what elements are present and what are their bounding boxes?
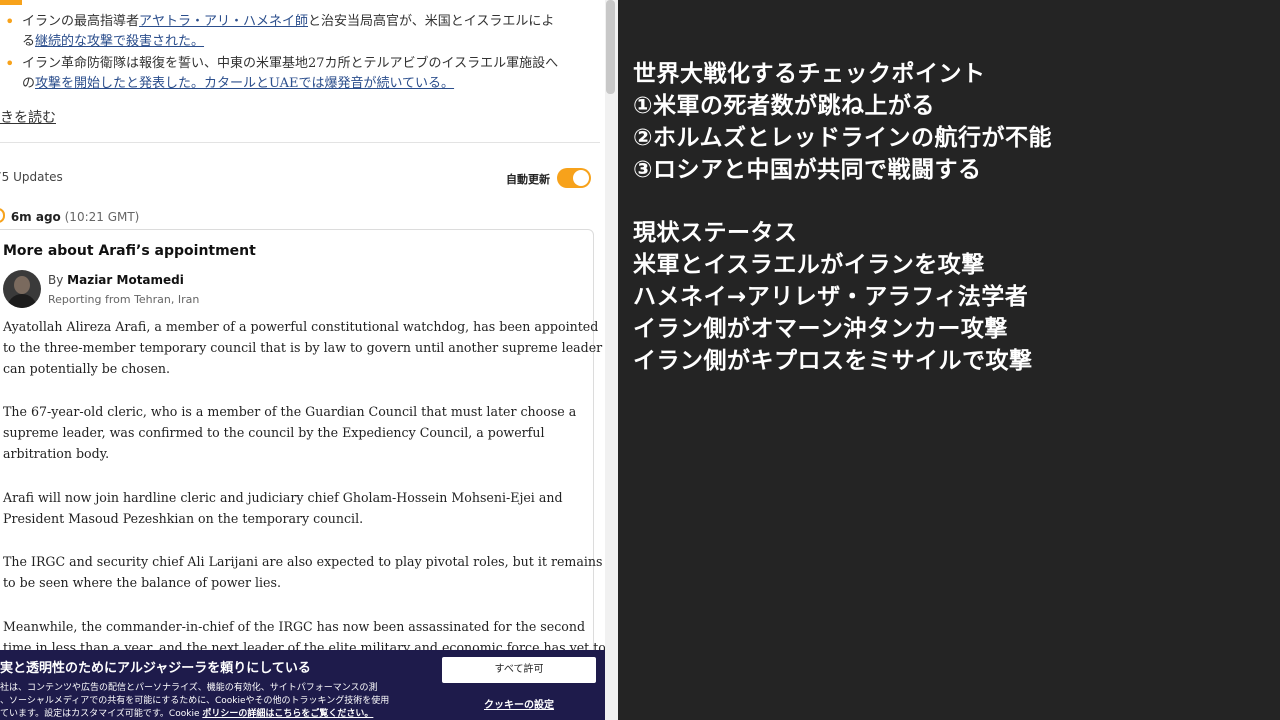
bullet-text: イランの最高指導者 <box>22 14 140 29</box>
paragraph-line: to the three-member temporary council th… <box>3 340 603 355</box>
author-avatar[interactable] <box>3 270 41 308</box>
cookie-text-line: 社は、コンテンツや広告の配信とパーソナライズ、機能の有効化、サイトパフォーマンス… <box>0 683 378 693</box>
bullet-text: る <box>22 34 36 49</box>
paragraph-4: The IRGC and security chief Ali Larijani… <box>3 551 603 593</box>
update-timestamp: 6m ago (10:21 GMT) <box>0 208 139 224</box>
bullet-dot: • <box>5 12 15 31</box>
auto-update-label: 自動更新 <box>506 173 550 186</box>
avatar-head <box>14 276 30 294</box>
summary-bullet-2: • イラン革命防衛隊は報復を誓い、中東の米軍基地27カ所とテルアビブのイスラエル… <box>5 54 595 94</box>
avatar-body <box>7 294 37 308</box>
paragraph-line: President Masoud Pezeshkian on the tempo… <box>3 511 364 526</box>
read-more-link[interactable]: 続きを読む <box>0 107 56 127</box>
notes-checkpoint-1: ①米軍の死者数が跳ね上がる <box>633 93 935 119</box>
timestamp-gmt: (10:21 GMT) <box>64 210 140 224</box>
cookie-text-line: 、ソーシャルメディアでの共有を可能にするために、Cookieやその他のトラッキン… <box>0 696 390 706</box>
auto-update-toggle[interactable] <box>557 168 591 188</box>
paragraph-2: The 67-year-old cleric, who is a member … <box>3 401 583 464</box>
byline-by: By <box>48 273 64 287</box>
cookie-banner: 実と透明性のためにアルジャジーラを頼りにしている 社は、コンテンツや広告の配信と… <box>0 650 605 720</box>
khamenei-link[interactable]: アヤトラ・アリ・ハメネイ師 <box>139 14 308 29</box>
paragraph-3: Arafi will now join hardline cleric and … <box>3 487 583 529</box>
bullet-text: イラン革命防衛隊は報復を誓い、中東の米軍基地27カ所とテルアビブのイスラエル軍施… <box>22 56 559 71</box>
cookie-title: 実と透明性のためにアルジャジーラを頼りにしている <box>0 661 311 676</box>
toggle-knob <box>573 170 589 186</box>
paragraph-line: Arafi will now join hardline cleric and … <box>3 490 563 505</box>
bullet-line: イランの最高指導者アヤトラ・アリ・ハメネイ師と治安当局高官が、米国とイスラエルに… <box>5 12 595 32</box>
scrollbar-thumb[interactable] <box>606 0 615 94</box>
bullet-line: イラン革命防衛隊は報復を誓い、中東の米軍基地27カ所とテルアビブのイスラエル軍施… <box>5 54 595 74</box>
paragraph-line: Ayatollah Alireza Arafi, a member of a p… <box>3 319 599 334</box>
notes-checkpoint-2: ②ホルムズとレッドラインの航行が不能 <box>633 125 1053 151</box>
paragraph-line: The IRGC and security chief Ali Larijani… <box>3 554 603 569</box>
paragraph-line: Meanwhile, the commander-in-chief of the… <box>3 619 586 634</box>
attack-announcement-link[interactable]: 攻撃を開始したと発表した。カタールとUAEでは爆発音が続いている。 <box>35 76 454 91</box>
notes-status-4: イラン側がキプロスをミサイルで攻撃 <box>633 348 1033 374</box>
cookie-text: ています。設定はカスタマイズ可能です。Cookie <box>0 709 203 719</box>
bullet-line: の攻撃を開始したと発表した。カタールとUAEでは爆発音が続いている。 <box>5 74 595 94</box>
bullet-text: の <box>22 76 36 91</box>
notes-status-2: ハメネイ→アリレザ・アラフィ法学者 <box>633 284 1029 310</box>
updates-count: 75 Updates <box>0 170 63 184</box>
paragraph-line: supreme leader, was confirmed to the cou… <box>3 425 545 440</box>
reporting-location: Reporting from Tehran, Iran <box>48 293 200 306</box>
paragraph-line: to be seen where the balance of power li… <box>3 575 281 590</box>
news-article-pane: • イランの最高指導者アヤトラ・アリ・ハメネイ師と治安当局高官が、米国とイスラエ… <box>0 0 605 720</box>
bullet-text: と治安当局高官が、米国とイスラエルによ <box>308 14 555 29</box>
scrollbar-track[interactable] <box>605 0 618 720</box>
bullet-dot: • <box>5 54 15 73</box>
allow-all-button[interactable]: すべて許可 <box>442 657 596 683</box>
notes-heading-status: 現状ステータス <box>633 220 798 246</box>
paragraph-line: The 67-year-old cleric, who is a member … <box>3 404 577 419</box>
cookie-policy-link[interactable]: ポリシーの詳細はこちらをご覧ください。 <box>202 709 373 719</box>
summary-bullet-1: • イランの最高指導者アヤトラ・アリ・ハメネイ師と治安当局高官が、米国とイスラエ… <box>5 12 595 52</box>
notes-status-3: イラン側がオマーン沖タンカー攻撃 <box>633 316 1008 342</box>
paragraph-line: can potentially be chosen. <box>3 361 171 376</box>
author-name[interactable]: Maziar Motamedi <box>67 273 184 287</box>
byline: By Maziar Motamedi <box>48 273 184 287</box>
accent-tab <box>0 0 22 5</box>
clock-icon <box>0 208 5 223</box>
bullet-line: る継続的な攻撃で殺害された。 <box>5 32 595 52</box>
timestamp-ago: 6m ago <box>10 210 61 224</box>
paragraph-1: Ayatollah Alireza Arafi, a member of a p… <box>3 316 603 379</box>
cookie-settings-link[interactable]: クッキーの設定 <box>442 696 596 711</box>
continuous-attack-link[interactable]: 継続的な攻撃で殺害された。 <box>35 34 204 49</box>
card-title: More about Arafi’s appointment <box>3 243 256 259</box>
notes-checkpoint-3: ③ロシアと中国が共同で戦闘する <box>633 157 982 183</box>
notes-heading-checkpoints: 世界大戦化するチェックポイント <box>633 61 986 87</box>
paragraph-line: arbitration body. <box>3 446 110 461</box>
divider <box>0 142 600 143</box>
cookie-text-line: ています。設定はカスタマイズ可能です。Cookie ポリシーの詳細はこちらをご覧… <box>0 706 373 719</box>
notes-status-1: 米軍とイスラエルがイランを攻撃 <box>633 252 985 278</box>
